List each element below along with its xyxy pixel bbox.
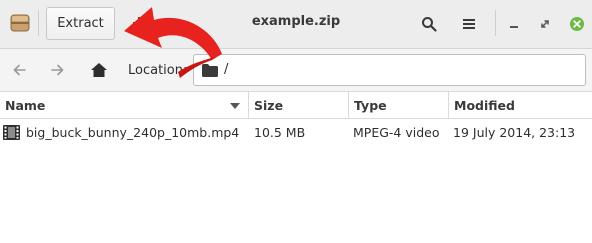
column-header-name[interactable]: Name xyxy=(0,92,249,119)
location-bar: Location: / xyxy=(0,49,592,92)
sort-descending-icon xyxy=(230,103,240,109)
column-header-name-label: Name xyxy=(5,98,46,113)
column-header-size-label: Size xyxy=(254,98,284,113)
location-path: / xyxy=(224,62,229,77)
window-title: example.zip xyxy=(251,14,341,29)
extract-button-label: Extract xyxy=(57,16,104,31)
column-header-type-label: Type xyxy=(354,98,387,113)
home-icon[interactable] xyxy=(87,58,111,82)
minimize-icon[interactable] xyxy=(502,12,526,36)
window-controls-separator xyxy=(495,10,496,36)
back-arrow-icon[interactable] xyxy=(8,58,32,82)
toolbar-separator xyxy=(38,10,39,36)
column-header-modified[interactable]: Modified xyxy=(449,92,592,119)
header-bar: Extract example.zip xyxy=(0,0,592,49)
maximize-icon[interactable] xyxy=(533,12,557,36)
forward-arrow-icon[interactable] xyxy=(45,58,69,82)
add-files-icon[interactable] xyxy=(128,12,150,34)
hamburger-menu-icon[interactable] xyxy=(457,12,481,36)
column-header-modified-label: Modified xyxy=(454,98,515,113)
folder-icon xyxy=(202,64,218,77)
close-icon[interactable] xyxy=(565,12,589,36)
extract-button[interactable]: Extract xyxy=(46,7,115,40)
column-header-type[interactable]: Type xyxy=(349,92,449,119)
file-name: big_buck_bunny_240p_10mb.mp4 xyxy=(26,125,240,140)
archive-manager-icon[interactable] xyxy=(3,5,37,41)
location-field[interactable]: / xyxy=(193,54,586,86)
search-icon[interactable] xyxy=(417,12,441,36)
archive-manager-window: Extract example.zip Location: / Name Siz… xyxy=(0,0,592,243)
file-size: 10.5 MB xyxy=(254,125,306,140)
column-header-size[interactable]: Size xyxy=(249,92,349,119)
video-file-icon xyxy=(3,125,20,140)
file-modified: 19 July 2014, 23:13 xyxy=(453,125,576,140)
table-row[interactable]: big_buck_bunny_240p_10mb.mp4 10.5 MB MPE… xyxy=(0,119,592,146)
file-type: MPEG-4 video xyxy=(353,125,440,140)
location-label: Location: xyxy=(128,63,188,78)
